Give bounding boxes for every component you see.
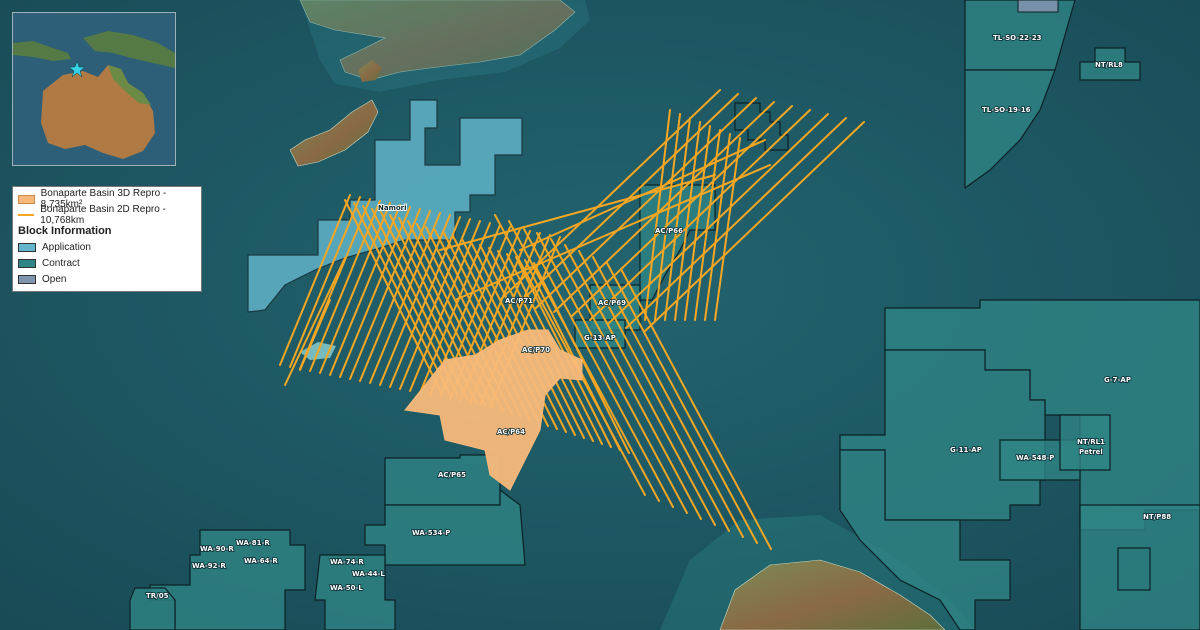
label-g7ap: G-7-AP xyxy=(1104,376,1131,384)
label-wa64r: WA-64-R xyxy=(244,557,278,565)
label-ntrl8: NT/RL8 xyxy=(1095,61,1123,69)
label-wa548p: WA-548-P xyxy=(1016,454,1054,462)
ntp88-block[interactable] xyxy=(1079,504,1200,630)
basemap[interactable]: Namori AC/P66 AC/P71 AC/P69 G-13-AP AC/P… xyxy=(0,0,1200,630)
label-wa90r: WA-90-R xyxy=(200,545,234,553)
label-ac-p69: AC/P69 xyxy=(598,299,626,307)
label-petrel: Petrel xyxy=(1079,448,1103,456)
label-tlso1916: TL-SO-19-16 xyxy=(982,106,1031,114)
label-g13ap: G-13-AP xyxy=(584,334,616,342)
label-wa81r: WA-81-R xyxy=(236,539,270,547)
label-ac-p65: AC/P65 xyxy=(438,471,466,479)
legend-application-label: Application xyxy=(42,241,91,253)
label-wa44l: WA-44-L xyxy=(352,570,385,578)
legend-open: Open xyxy=(18,271,196,287)
open-block-top[interactable] xyxy=(1017,0,1059,13)
legend-2d-survey: Bonaparte Basin 2D Repro - 10,768km xyxy=(18,204,196,226)
inset-map[interactable] xyxy=(12,12,176,166)
legend-open-label: Open xyxy=(42,273,67,285)
label-g11ap: G-11-AP xyxy=(950,446,982,454)
legend-contract: Contract xyxy=(18,255,196,271)
map-legend: Bonaparte Basin 3D Repro - 8,735km² Bona… xyxy=(12,186,202,292)
label-wa50l: WA-50-L xyxy=(330,584,363,592)
label-wa534p: WA-534-P xyxy=(412,529,450,537)
label-wa74r: WA-74-R xyxy=(330,558,364,566)
legend-open-swatch xyxy=(18,274,36,284)
label-ac-p64: AC/P64 xyxy=(497,428,525,436)
label-ac-p70: AC/P70 xyxy=(522,346,550,354)
ac-p65-block[interactable] xyxy=(384,454,501,506)
label-ntrl1: NT/RL1 xyxy=(1077,438,1105,446)
wa-south-blocks[interactable] xyxy=(314,554,396,630)
label-ac-p71: AC/P71 xyxy=(505,297,533,305)
label-tr05: TR/05 xyxy=(146,592,169,600)
legend-3d-swatch xyxy=(18,194,35,204)
label-ac-p66: AC/P66 xyxy=(655,227,683,235)
open-blocks[interactable] xyxy=(1017,0,1059,13)
legend-contract-swatch xyxy=(18,258,36,268)
legend-application-swatch xyxy=(18,242,36,252)
legend-2d-line xyxy=(18,214,35,216)
label-ntp88: NT/P88 xyxy=(1143,513,1171,521)
label-wa92r: WA-92-R xyxy=(192,562,226,570)
legend-application: Application xyxy=(18,239,196,255)
legend-contract-label: Contract xyxy=(42,257,80,269)
label-namori: Namori xyxy=(378,204,407,212)
label-tlso2223: TL-SO-22-23 xyxy=(993,34,1042,42)
